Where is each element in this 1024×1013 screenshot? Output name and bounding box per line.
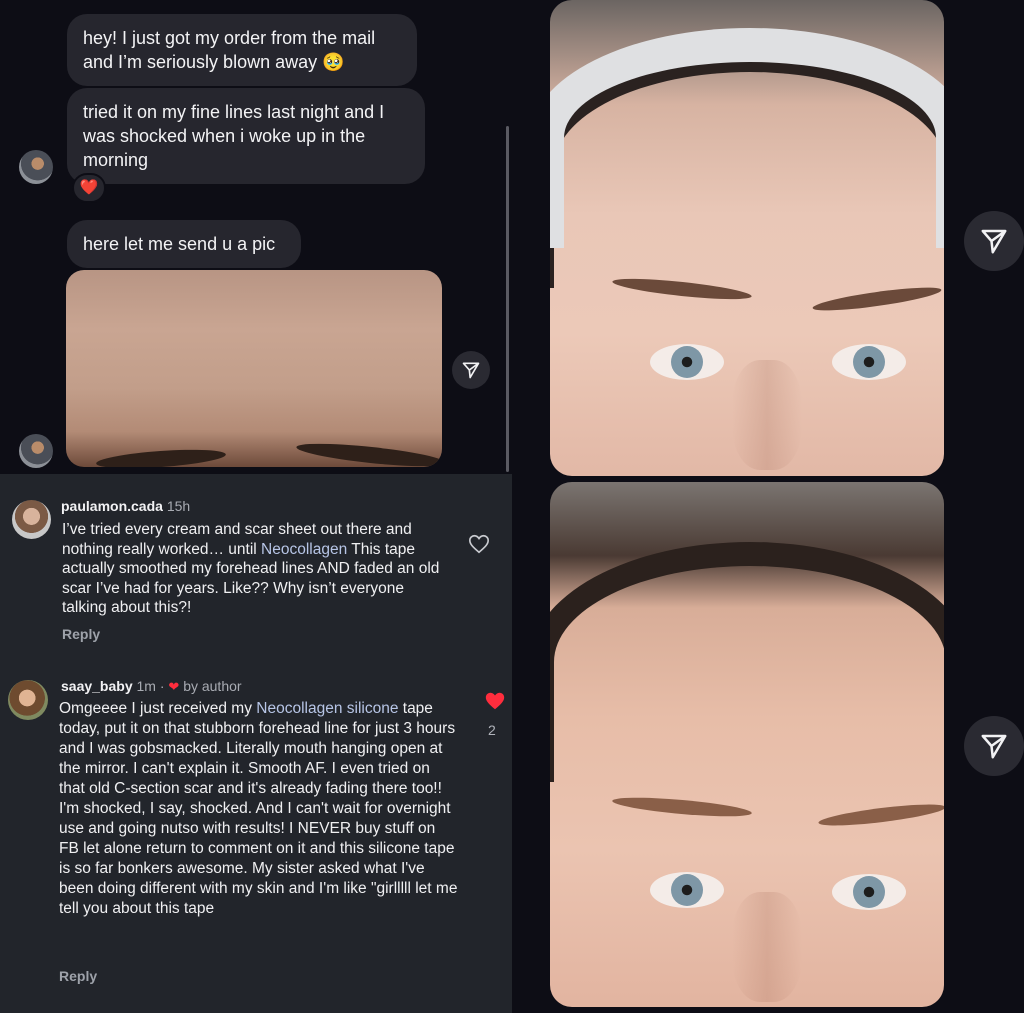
forehead-photo-message[interactable] [66, 270, 442, 467]
iris [853, 346, 885, 378]
mention-link[interactable]: Neocollagen silicone [256, 700, 398, 717]
reply-button[interactable]: Reply [59, 968, 97, 984]
iris [853, 876, 885, 908]
paper-plane-icon [981, 229, 1007, 254]
iris [671, 874, 703, 906]
avatar[interactable] [12, 500, 51, 539]
comment-text: Omgeeee I just received my Neocollagen s… [59, 699, 459, 919]
nose [732, 360, 802, 470]
paper-plane-icon [462, 362, 480, 379]
share-button[interactable] [964, 211, 1024, 271]
eyebrow-right [817, 800, 944, 830]
message-bubble: tried it on my fine lines last night and… [67, 88, 425, 184]
dm-chat-thread: hey! I just got my order from the mail a… [0, 0, 512, 474]
eyebrow-right [295, 439, 442, 467]
comment-header: paulamon.cada 15h [61, 498, 190, 514]
comment-text-part: Omgeeee I just received my [59, 700, 257, 717]
photo-column [512, 0, 1024, 1013]
message-bubble: hey! I just got my order from the mail a… [67, 14, 417, 86]
eye-left [650, 872, 724, 908]
comment-header: saay_baby 1m · ❤ by author [61, 678, 242, 695]
nose [732, 892, 802, 1002]
comment-time: 1m · [136, 678, 165, 694]
message-bubble: here let me send u a pic [67, 220, 301, 268]
headband [550, 28, 944, 248]
avatar[interactable] [8, 680, 48, 720]
eyebrow-left [95, 446, 227, 467]
scrollbar[interactable] [506, 126, 509, 472]
share-button[interactable] [452, 351, 490, 389]
eye-right [832, 344, 906, 380]
author-liked-label: by author [183, 678, 242, 694]
like-count: 2 [488, 722, 496, 738]
hair [550, 542, 944, 782]
heart-icon[interactable] [484, 690, 506, 712]
sender-avatar[interactable] [19, 150, 53, 184]
face-photo-after[interactable] [550, 482, 944, 1007]
eyebrow-left [611, 793, 753, 821]
comments-section: paulamon.cada 15h I’ve tried every cream… [0, 474, 512, 1013]
heart-reaction-icon[interactable]: ❤️ [72, 173, 106, 203]
iris [671, 346, 703, 378]
comment-time: 15h [166, 498, 191, 514]
author-liked-heart-icon: ❤ [168, 679, 180, 694]
face-photo-before[interactable] [550, 0, 944, 476]
eye-left [650, 344, 724, 380]
username[interactable]: paulamon.cada [61, 498, 163, 514]
mention-link[interactable]: Neocollagen [261, 541, 347, 558]
sender-avatar[interactable] [19, 434, 53, 468]
comment-text-part: tape today, put it on that stubborn fore… [59, 700, 458, 917]
paper-plane-icon [981, 734, 1007, 759]
comment-text: I’ve tried every cream and scar sheet ou… [62, 520, 442, 618]
share-button[interactable] [964, 716, 1024, 776]
heart-icon[interactable] [468, 533, 490, 555]
username[interactable]: saay_baby [61, 678, 133, 694]
eye-right [832, 874, 906, 910]
reply-button[interactable]: Reply [62, 626, 100, 642]
